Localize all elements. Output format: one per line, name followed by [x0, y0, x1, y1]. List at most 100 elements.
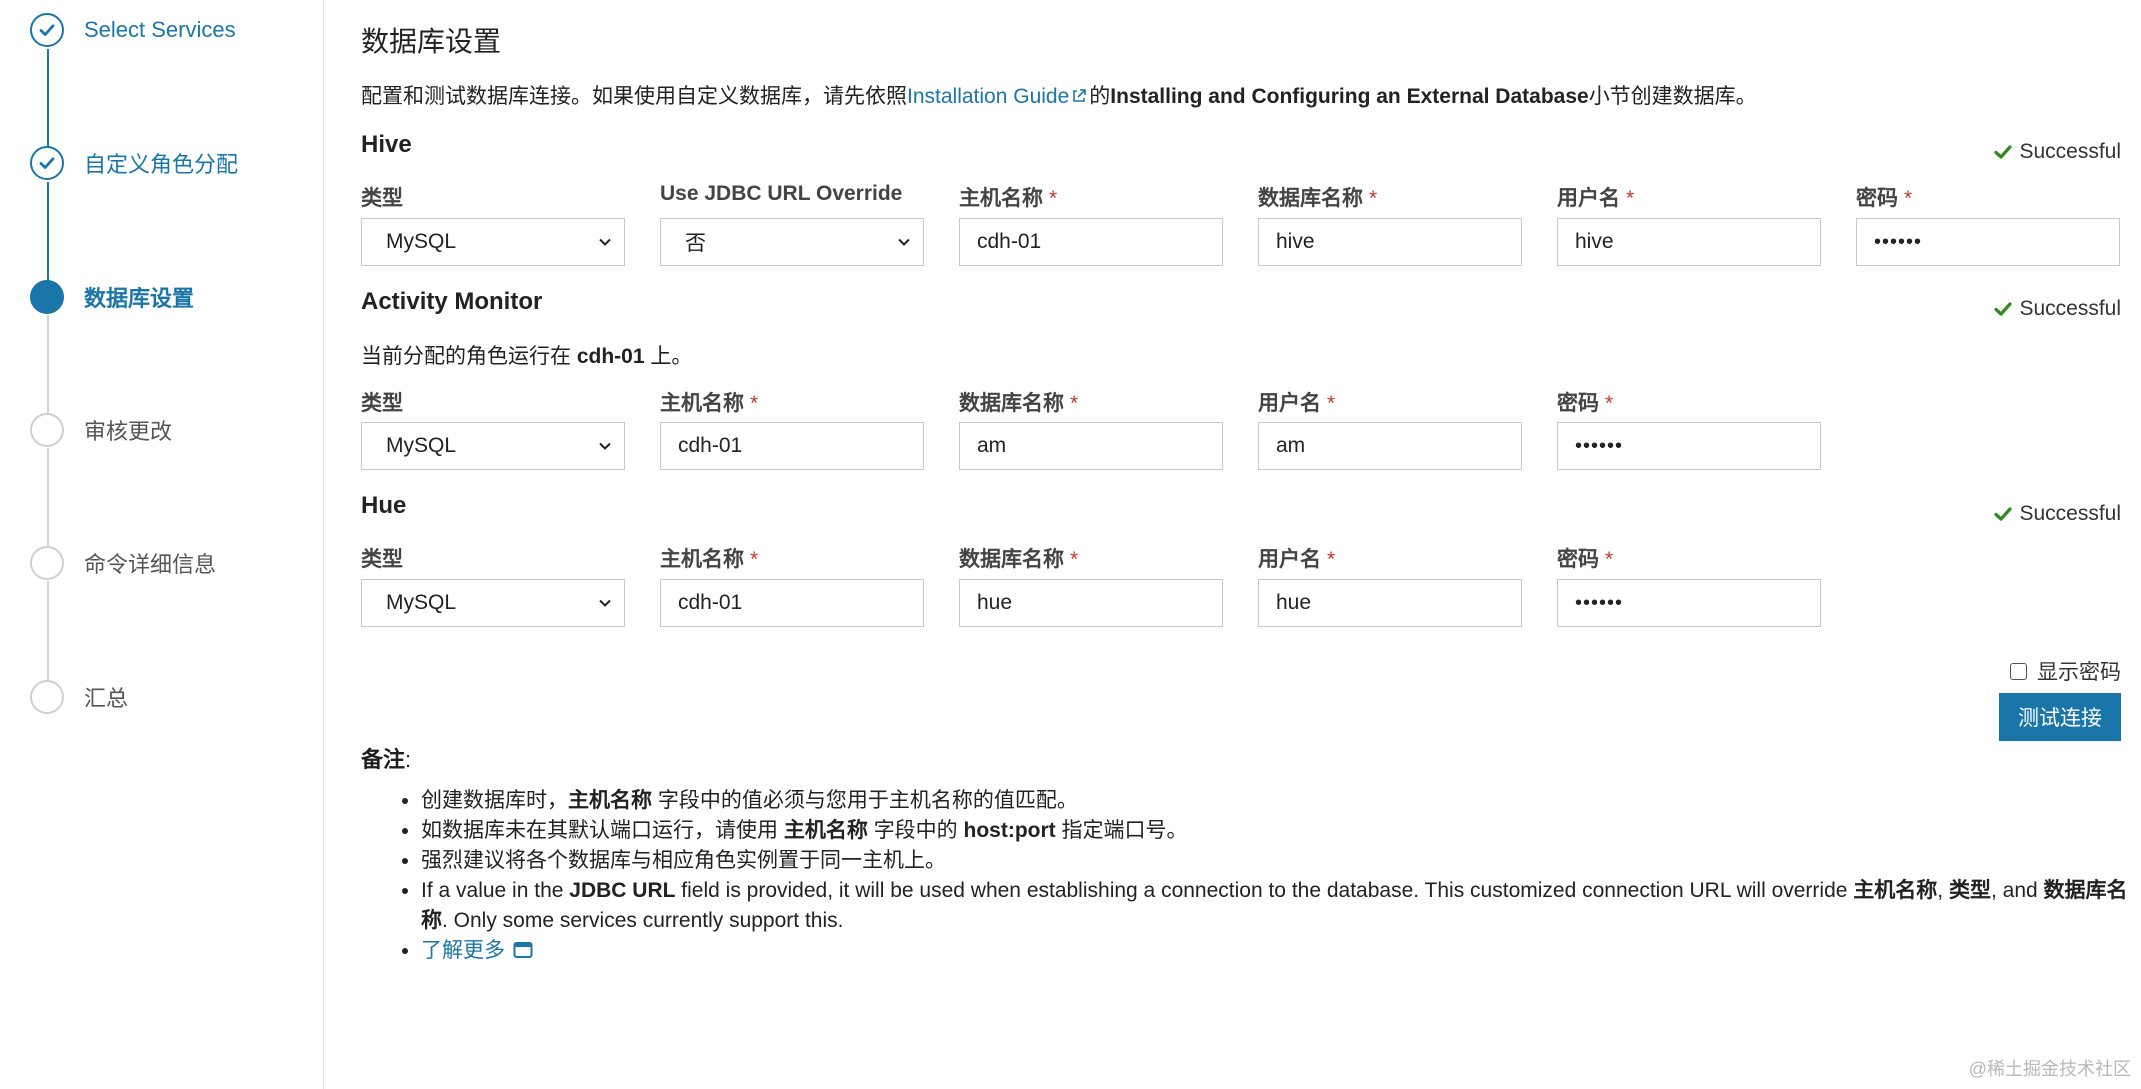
required-mark: * [1327, 548, 1336, 571]
hue-password-input[interactable]: •••••• [1557, 579, 1821, 627]
am-status: Successful [1993, 297, 2121, 321]
step-label: 数据库设置 [84, 286, 195, 311]
input-value: am [1276, 434, 1306, 457]
step-label: 审核更改 [84, 419, 173, 444]
select-value: 否 [685, 232, 706, 255]
show-password-checkbox[interactable] [2010, 662, 2027, 680]
hive-db-name-input[interactable]: hive [1258, 218, 1522, 266]
hive-type-select[interactable]: MySQL [361, 218, 625, 266]
am-password-input[interactable]: •••••• [1557, 422, 1821, 470]
step-label: 汇总 [84, 686, 129, 711]
input-value: •••••• [1874, 230, 1923, 253]
learn-more-link[interactable]: 了解更多 [421, 939, 533, 962]
am-type-select[interactable]: MySQL [361, 422, 625, 470]
label-text: 数据库名称 [959, 392, 1064, 415]
checkmark-icon [1994, 507, 2013, 521]
status-text: Successful [2019, 297, 2121, 320]
am-host-input[interactable]: cdh-01 [660, 422, 924, 470]
checkmark-icon [1994, 302, 2013, 316]
hue-host-input[interactable]: cdh-01 [660, 579, 924, 627]
note-text: 上。 [650, 345, 693, 368]
step-connector [47, 49, 49, 161]
hue-user-label: 用户名 * [1258, 543, 1335, 573]
am-user-label: 用户名 * [1258, 387, 1335, 417]
status-text: Successful [2019, 502, 2121, 525]
show-password-label: 显示密码 [2037, 661, 2121, 684]
required-mark: * [1626, 187, 1635, 210]
label-text: 密码 [1557, 392, 1599, 415]
external-link-icon [1073, 89, 1087, 102]
note-text: field is provided, it will be used when … [681, 879, 1848, 902]
hive-password-label: 密码 * [1856, 182, 1912, 212]
chevron-down-icon [599, 238, 611, 246]
current-step-dot [30, 280, 64, 314]
select-value: MySQL [386, 591, 457, 614]
hue-password-label: 密码 * [1557, 543, 1613, 573]
chevron-down-icon [898, 238, 910, 246]
watermark: @稀土掘金技术社区 [1968, 1059, 2131, 1079]
show-password-toggle[interactable]: 显示密码 [2010, 656, 2121, 686]
label-text: 密码 [1557, 548, 1599, 571]
hive-password-input[interactable]: •••••• [1856, 218, 2120, 266]
status-text: Successful [2019, 140, 2121, 163]
hive-username-input[interactable]: hive [1557, 218, 1821, 266]
learn-more-text: 了解更多 [421, 939, 505, 962]
intro-prefix: 配置和测试数据库连接。如果使用自定义数据库，请先依照 [361, 85, 907, 108]
required-mark: * [1605, 392, 1614, 415]
step-label: Select Services [84, 17, 236, 42]
hive-jdbc-label: Use JDBC URL Override [660, 182, 902, 206]
pending-step-circle [30, 546, 64, 580]
note-text: 字段中的 [873, 819, 958, 842]
note-bold: 类型 [1948, 879, 1991, 902]
note-bold: 主机名称 [1853, 879, 1938, 902]
label-text: 数据库名称 [959, 548, 1064, 571]
test-connection-button[interactable]: 测试连接 [1999, 693, 2121, 741]
hive-type-label: 类型 [361, 182, 403, 212]
note-item: 强烈建议将各个数据库与相应角色实例置于同一主机上。 [421, 846, 2141, 876]
step-select-services[interactable]: Select Services [30, 13, 236, 47]
hue-host-label: 主机名称 * [660, 543, 758, 573]
required-mark: * [1070, 392, 1079, 415]
note-text: If a value in the [421, 879, 564, 902]
note-text: 创建数据库时， [421, 789, 568, 812]
am-username-input[interactable]: am [1258, 422, 1522, 470]
hive-jdbc-override-select[interactable]: 否 [660, 218, 924, 266]
note-host: cdh-01 [576, 345, 645, 368]
note-text: . Only some services currently support t… [442, 909, 844, 932]
note-bold: JDBC URL [569, 879, 676, 902]
hue-section-title: Hue [361, 492, 407, 519]
note-text: 当前分配的角色运行在 [361, 345, 571, 368]
input-value: hue [977, 591, 1013, 614]
notes-list: 创建数据库时，主机名称 字段中的值必须与您用于主机名称的值匹配。 如数据库未在其… [391, 786, 2141, 966]
hive-section-title: Hive [361, 131, 412, 158]
step-connector [47, 182, 49, 296]
label-text: Use JDBC URL Override [660, 182, 903, 205]
input-value: cdh-01 [678, 434, 743, 457]
step-label: 自定义角色分配 [84, 152, 239, 177]
notes-title: 备注: [361, 747, 412, 772]
installation-guide-link[interactable]: Installation Guide [907, 85, 1089, 108]
input-value: hue [1276, 591, 1312, 614]
intro-text: 配置和测试数据库连接。如果使用自定义数据库，请先依照Installation G… [361, 80, 1757, 110]
label-text: 密码 [1856, 187, 1898, 210]
required-mark: * [1070, 548, 1079, 571]
hue-type-select[interactable]: MySQL [361, 579, 625, 627]
window-icon [513, 942, 533, 958]
step-role-assignment[interactable]: 自定义角色分配 [30, 146, 238, 180]
input-value: cdh-01 [977, 230, 1042, 253]
label-text: 用户名 [1258, 392, 1321, 415]
checkmark-icon [1994, 145, 2013, 159]
hue-db-name-input[interactable]: hue [959, 579, 1223, 627]
am-host-note: 当前分配的角色运行在 cdh-01 上。 [361, 340, 692, 370]
note-bold: 主机名称 [568, 789, 652, 812]
required-mark: * [1369, 187, 1378, 210]
hue-username-input[interactable]: hue [1258, 579, 1522, 627]
step-database-setup[interactable]: 数据库设置 [30, 280, 194, 314]
page-title: 数据库设置 [361, 26, 502, 57]
note-text: 如数据库未在其默认端口运行，请使用 [421, 819, 778, 842]
note-text: 指定端口号。 [1061, 819, 1188, 842]
label-text: 用户名 [1258, 548, 1321, 571]
am-db-name-input[interactable]: am [959, 422, 1223, 470]
note-text: 字段中的值必须与您用于主机名称的值匹配。 [657, 789, 1078, 812]
hive-host-input[interactable]: cdh-01 [959, 218, 1223, 266]
